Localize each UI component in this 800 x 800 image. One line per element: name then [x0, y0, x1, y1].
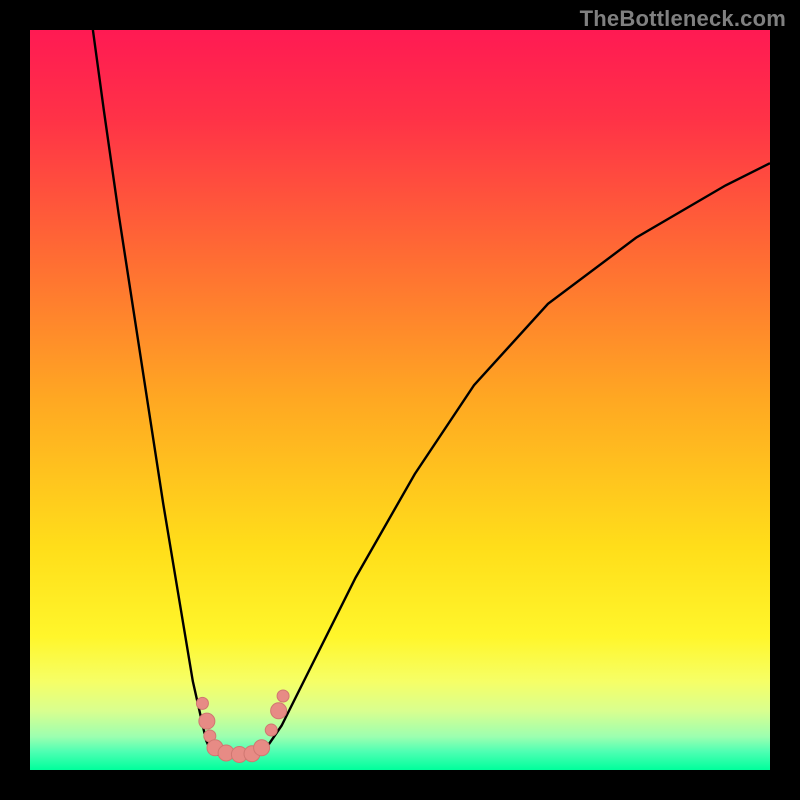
chart-svg [0, 0, 800, 800]
data-marker [265, 724, 277, 736]
watermark-text: TheBottleneck.com [580, 6, 786, 32]
chart-stage: TheBottleneck.com [0, 0, 800, 800]
data-marker [254, 740, 270, 756]
data-marker [199, 713, 215, 729]
plot-area-rect [30, 30, 770, 770]
data-marker [196, 697, 208, 709]
data-marker [271, 703, 287, 719]
data-marker [277, 690, 289, 702]
